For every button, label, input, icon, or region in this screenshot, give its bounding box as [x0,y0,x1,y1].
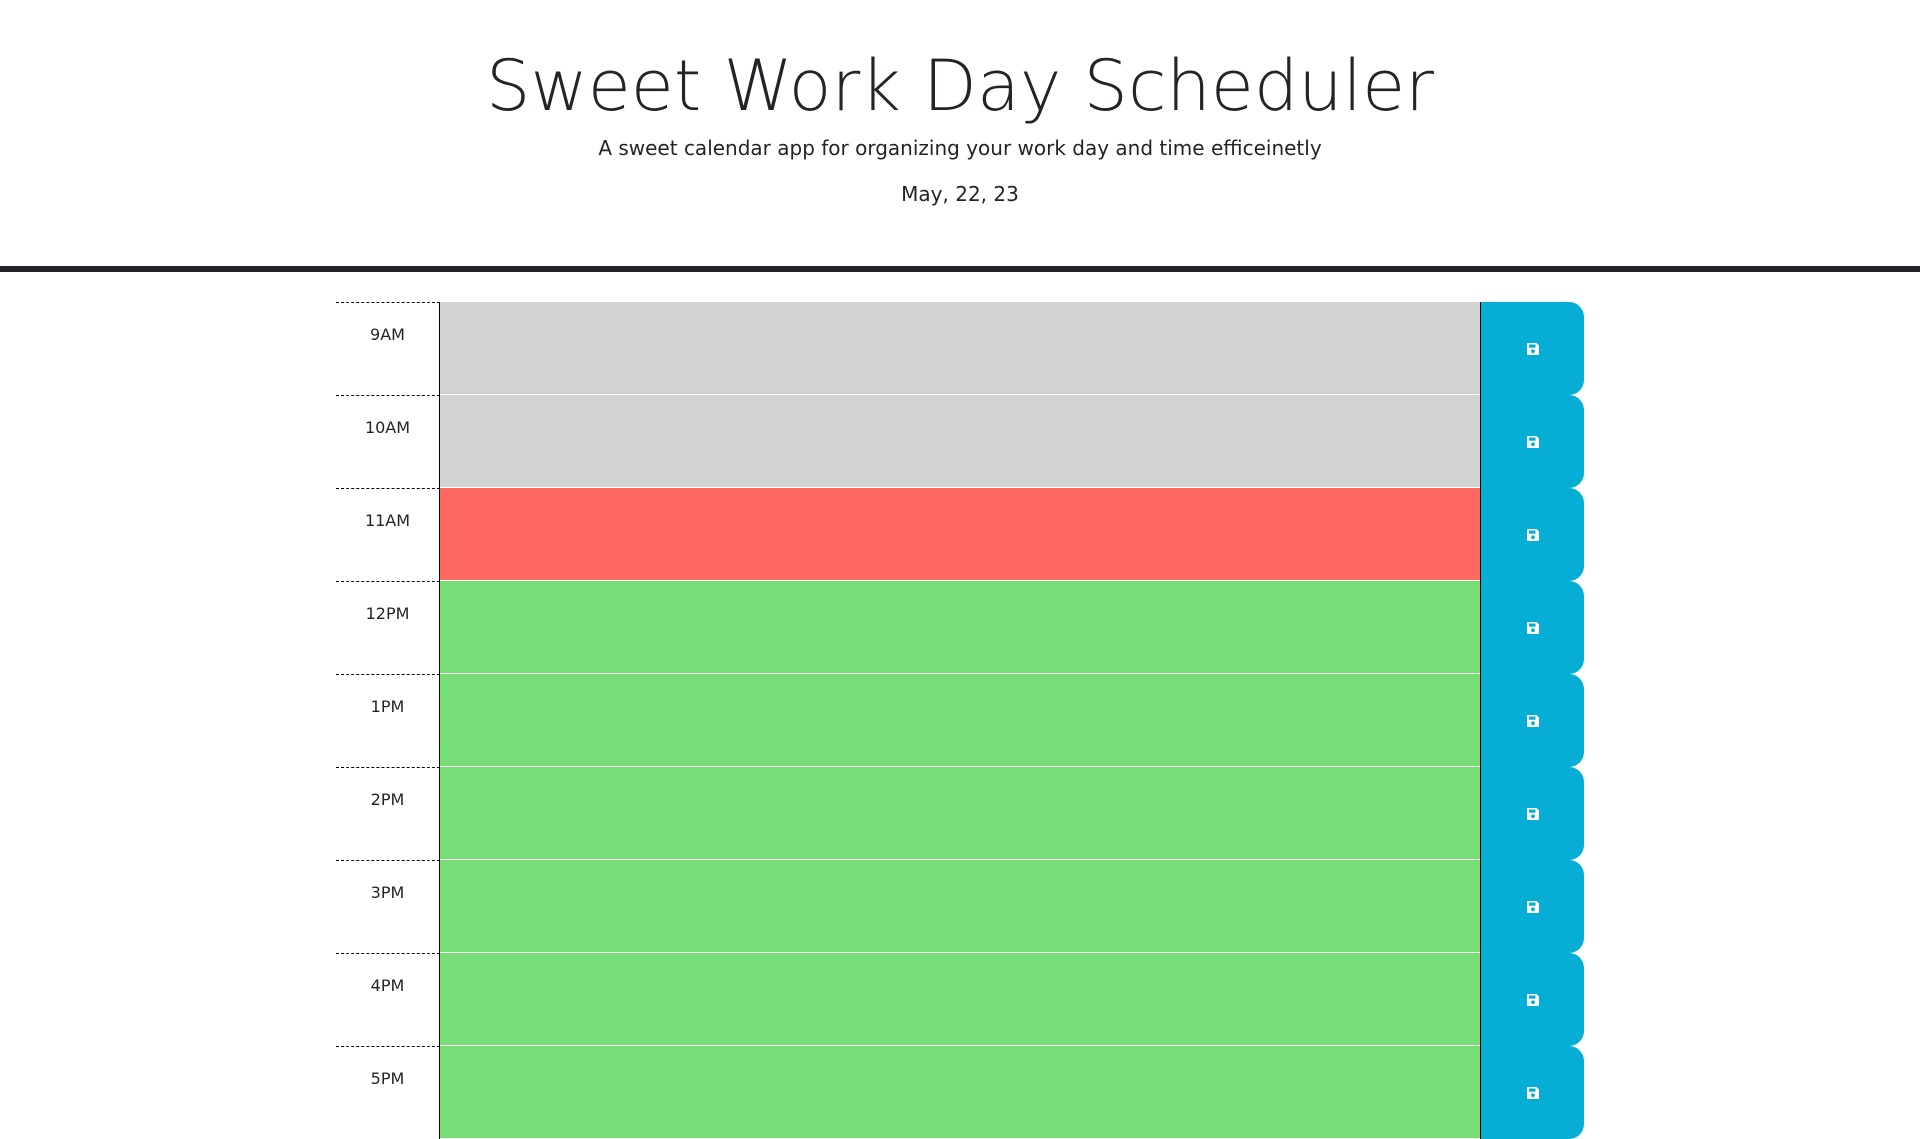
hour-label: 12PM [336,581,440,674]
time-block-row: 5PM [336,1046,1584,1139]
current-date: May, 22, 23 [901,182,1019,206]
hour-label: 5PM [336,1046,440,1139]
hour-label: 3PM [336,860,440,953]
save-button[interactable] [1480,674,1584,767]
event-description-input[interactable] [440,860,1480,953]
save-button[interactable] [1480,953,1584,1046]
floppy-disk-icon [1526,807,1540,821]
floppy-disk-icon [1526,435,1540,449]
time-block-row: 12PM [336,581,1584,674]
time-block-row: 11AM [336,488,1584,581]
hour-label: 11AM [336,488,440,581]
time-block-row: 1PM [336,674,1584,767]
hour-label: 1PM [336,674,440,767]
time-block-row: 4PM [336,953,1584,1046]
floppy-disk-icon [1526,621,1540,635]
time-block-row: 10AM [336,395,1584,488]
event-description-input[interactable] [440,767,1480,860]
event-description-input[interactable] [440,302,1480,395]
floppy-disk-icon [1526,342,1540,356]
page-header: Sweet Work Day Scheduler A sweet calenda… [0,0,1920,272]
event-description-input[interactable] [440,953,1480,1046]
hour-label: 4PM [336,953,440,1046]
floppy-disk-icon [1526,528,1540,542]
save-button[interactable] [1480,395,1584,488]
page-title: Sweet Work Day Scheduler [486,45,1434,127]
hour-label: 9AM [336,302,440,395]
save-button[interactable] [1480,302,1584,395]
time-block-row: 2PM [336,767,1584,860]
floppy-disk-icon [1526,900,1540,914]
save-button[interactable] [1480,1046,1584,1139]
event-description-input[interactable] [440,581,1480,674]
event-description-input[interactable] [440,674,1480,767]
schedule-container: 9AM 10AM 11AM 12PM 1PM 2PM 3PM 4PM 5PM [336,302,1584,1139]
floppy-disk-icon [1526,714,1540,728]
save-button[interactable] [1480,767,1584,860]
event-description-input[interactable] [440,1046,1480,1139]
time-block-row: 9AM [336,302,1584,395]
save-button[interactable] [1480,581,1584,674]
page-subtitle: A sweet calendar app for organizing your… [598,136,1322,160]
time-block-row: 3PM [336,860,1584,953]
event-description-input[interactable] [440,395,1480,488]
floppy-disk-icon [1526,993,1540,1007]
hour-label: 2PM [336,767,440,860]
floppy-disk-icon [1526,1086,1540,1100]
save-button[interactable] [1480,488,1584,581]
save-button[interactable] [1480,860,1584,953]
event-description-input[interactable] [440,488,1480,581]
hour-label: 10AM [336,395,440,488]
